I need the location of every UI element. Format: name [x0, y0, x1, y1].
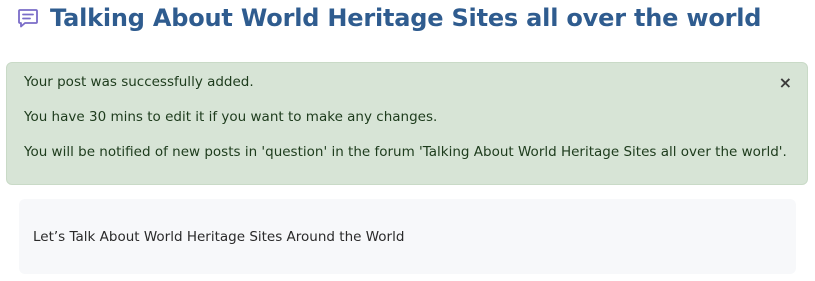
post-content: Let’s Talk About World Heritage Sites Ar…: [33, 229, 405, 245]
alert-message-post-added: Your post was successfully added.: [24, 74, 254, 90]
page-title: Talking About World Heritage Sites all o…: [50, 4, 762, 32]
page-header: Talking About World Heritage Sites all o…: [17, 2, 761, 34]
alert-message-subscription: You will be notified of new posts in 'qu…: [24, 144, 787, 160]
close-icon[interactable]: ×: [779, 73, 792, 93]
alert-message-edit-window: You have 30 mins to edit it if you want …: [24, 109, 438, 125]
discussion-icon: [17, 7, 39, 29]
post-card: Let’s Talk About World Heritage Sites Ar…: [19, 199, 796, 274]
success-alert: Your post was successfully added. You ha…: [6, 62, 808, 185]
page: Talking About World Heritage Sites all o…: [0, 0, 815, 281]
